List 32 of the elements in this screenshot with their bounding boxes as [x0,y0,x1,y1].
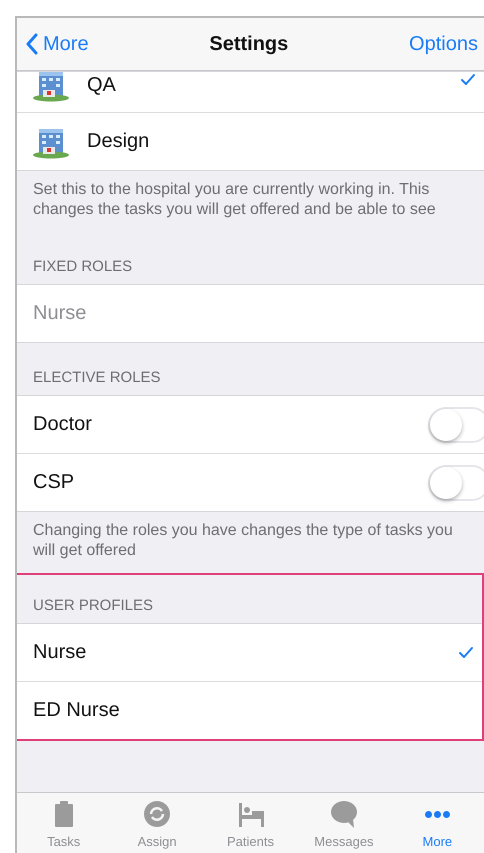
back-button[interactable]: More [25,32,89,56]
tab-bar-item[interactable]: Messages [297,793,391,853]
section-footer: Changing the roles you have changes the type of tasks you will get offered [17,512,484,573]
speech-bubble-icon [328,799,359,829]
role-label: Doctor [33,413,93,436]
checkmark-icon [460,72,476,88]
toggle-switch[interactable] [428,464,484,500]
hospital-row[interactable]: QA [17,72,484,113]
section-header: USER PROFILES [32,596,154,616]
options-button[interactable]: Options [409,32,478,56]
profile-row[interactable]: Nurse [17,624,482,682]
screen-title: Settings [209,32,288,56]
role-label: CSP [33,471,76,494]
tab-bar-item[interactable]: More [390,793,484,853]
profile-name: ED Nurse [33,699,121,722]
more-dots-icon [424,810,451,818]
cycle-icon [142,799,172,829]
section-header: ELECTIVE ROLES [32,368,162,388]
hospital-row[interactable]: Design [17,113,484,170]
tab-bar-item[interactable]: Tasks [17,793,110,853]
section-footer: Set this to the hospital you are currently working in. This changes the tasks you will get offered and be able to see [17,171,484,232]
checkmark-icon [458,644,474,660]
profile-row[interactable]: ED Nurse [17,682,482,739]
hospital-name: QA [87,74,117,97]
hospital-name: Design [87,130,150,153]
section-header: FIXED ROLES [32,257,134,277]
chevron-left-icon [25,33,39,55]
toggle-switch[interactable] [428,406,484,442]
profile-name: Nurse [33,641,88,664]
tab-bar-item[interactable]: Assign [110,793,204,853]
fixed-role-row-text: Nurse [32,301,88,326]
tab-bar-item[interactable]: Patients [204,793,298,853]
